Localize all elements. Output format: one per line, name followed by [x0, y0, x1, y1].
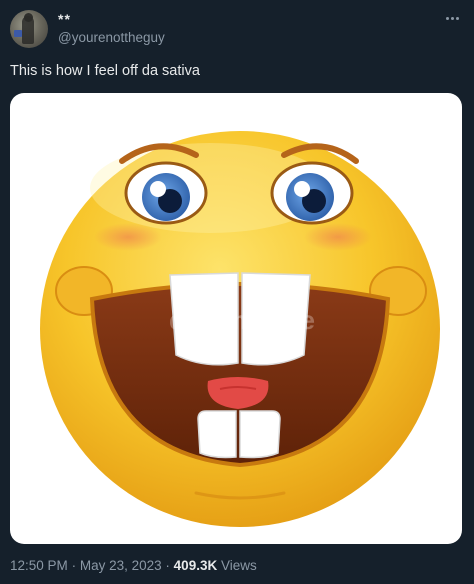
right-highlight: [294, 181, 310, 197]
tweet-date[interactable]: May 23, 2023: [80, 558, 162, 573]
tweet-text: This is how I feel off da sativa: [10, 63, 200, 79]
tweet-media[interactable]: dreamstime: [10, 93, 462, 544]
tweet-meta: 12:50 PM · May 23, 2023 · 409.3K Views: [10, 558, 257, 573]
watermark: dreamstime: [169, 305, 315, 335]
display-name[interactable]: **: [58, 11, 71, 27]
more-dot: [455, 16, 459, 20]
meta-separator: ·: [165, 558, 170, 573]
lower-left-tooth: [197, 410, 237, 459]
tweet-time[interactable]: 12:50 PM: [10, 558, 68, 573]
more-dot: [450, 16, 454, 20]
left-cheek: [94, 223, 162, 251]
avatar[interactable]: [10, 10, 48, 48]
tweet-card: ** @yourenottheguy This is how I feel of…: [0, 0, 474, 584]
more-dot: [445, 16, 449, 20]
more-options-icon[interactable]: [440, 8, 464, 28]
left-highlight: [150, 181, 166, 197]
emoji-illustration: dreamstime: [40, 131, 440, 527]
user-handle[interactable]: @yourenottheguy: [58, 30, 165, 45]
lower-right-tooth: [239, 410, 281, 459]
meta-separator: ·: [71, 558, 77, 573]
views-count[interactable]: 409.3K: [174, 558, 218, 573]
avatar-figure: [22, 16, 34, 44]
avatar-badge: [14, 30, 22, 37]
right-cheek: [304, 223, 372, 251]
views-label: Views: [220, 558, 257, 573]
